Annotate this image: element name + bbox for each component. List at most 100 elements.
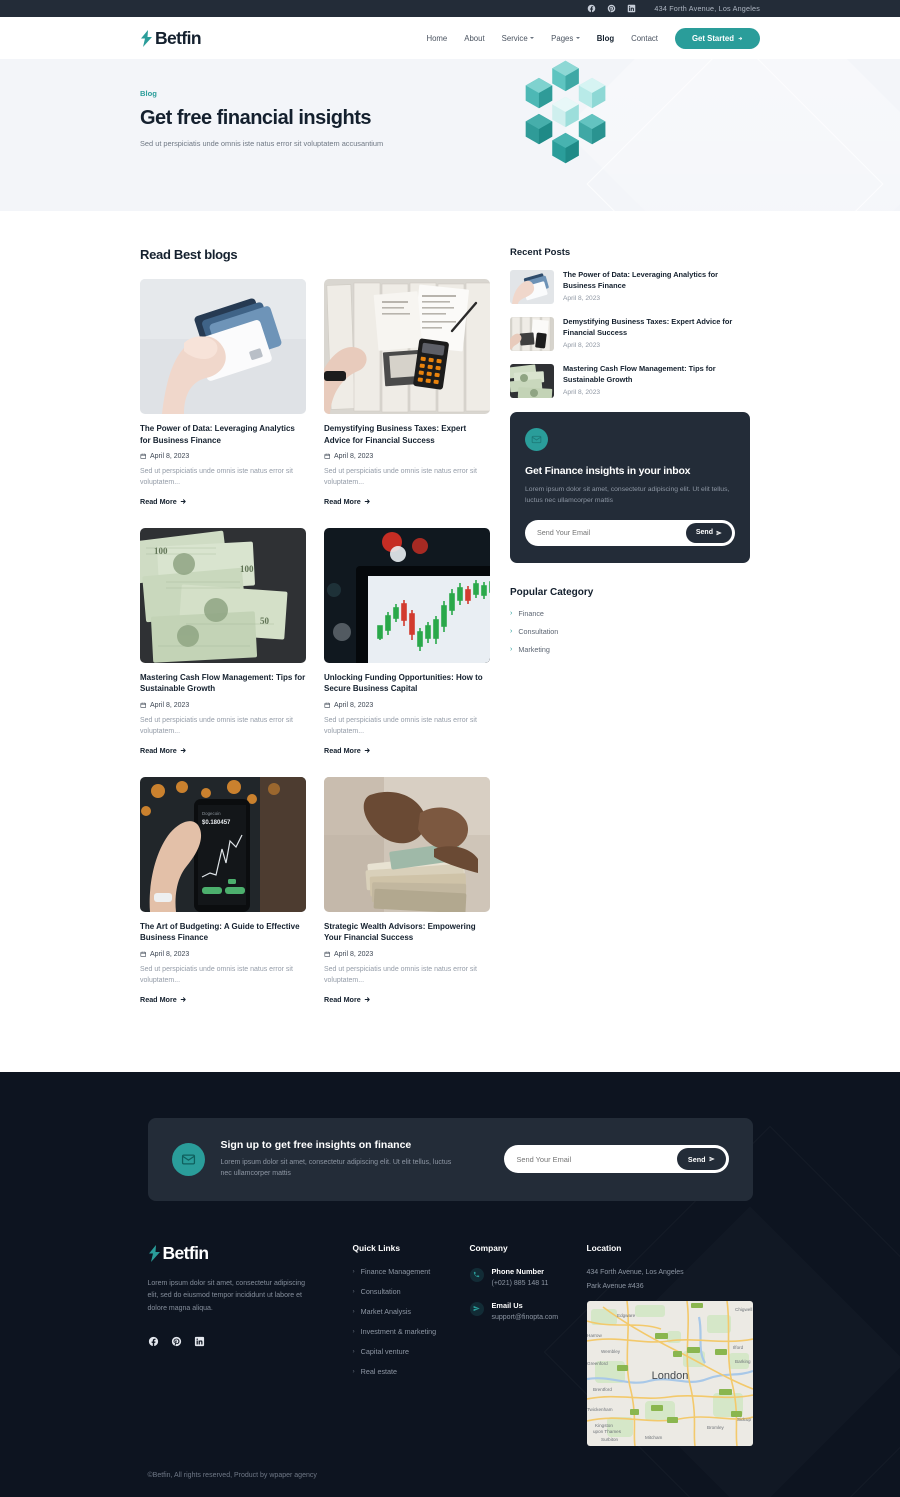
chevron-right-icon: ›	[510, 645, 513, 653]
recent-post-date: April 8, 2023	[563, 342, 601, 350]
pinterest-icon[interactable]	[171, 1334, 182, 1352]
svg-text:Bromley: Bromley	[707, 1425, 725, 1430]
newsletter-send-button[interactable]: Send	[685, 522, 732, 543]
isometric-cubes-graphic	[525, 60, 606, 164]
blog-card-excerpt: Sed ut perspiciatis unde omnis iste natu…	[140, 468, 293, 487]
blog-card-title: Strategic Wealth Advisors: Empowering Yo…	[324, 921, 476, 943]
svg-text:Edgware: Edgware	[617, 1313, 636, 1318]
blog-card-date: April 8, 2023	[324, 951, 490, 958]
nav-item-blog[interactable]: Blog	[597, 34, 614, 43]
chevron-right-icon: ›	[510, 627, 513, 635]
footer-link-consultation[interactable]: › Consultation	[353, 1287, 470, 1296]
read-more-link[interactable]: Read More	[324, 995, 490, 1004]
blog-card-image-counting-cash	[324, 776, 490, 912]
newsletter-heading: Get Finance insights in your inbox	[525, 465, 691, 477]
read-more-link[interactable]: Read More	[140, 995, 306, 1004]
facebook-icon[interactable]	[587, 4, 596, 13]
footer-brand-column: Betfin Lorem ipsum dolor sit amet, conse…	[148, 1243, 353, 1446]
recent-post-title: Demystifying Business Taxes: Expert Advi…	[563, 317, 733, 337]
svg-text:Kingston: Kingston	[595, 1423, 613, 1428]
read-more-link[interactable]: Read More	[324, 497, 490, 506]
recent-post-thumbnail	[510, 270, 554, 304]
map-city-label: London	[651, 1370, 688, 1382]
recent-post-thumbnail	[510, 364, 554, 398]
svg-text:$0.180457: $0.180457	[202, 820, 231, 826]
footer-logo[interactable]: Betfin	[148, 1243, 353, 1264]
nav-item-pages[interactable]: Pages	[551, 34, 580, 43]
footer-phone-block[interactable]: Phone Number (+021) 885 148 11	[469, 1267, 587, 1287]
blog-card[interactable]: Dogecoin $0.180457 The Art of Budgeting:…	[140, 776, 306, 1004]
arrow-right-icon	[180, 499, 186, 504]
footer-link-finance-management[interactable]: › Finance Management	[353, 1267, 470, 1276]
footer-link-real-estate[interactable]: › Real estate	[353, 1367, 470, 1376]
footer-quick-links-column: Quick Links › Finance Management › Consult…	[353, 1243, 470, 1446]
footer-link-investment-marketing[interactable]: › Investment & marketing	[353, 1327, 470, 1336]
nav-item-service[interactable]: Service	[502, 34, 535, 43]
facebook-icon[interactable]	[148, 1334, 159, 1352]
category-item-consultation[interactable]: › Consultation	[510, 627, 750, 636]
get-started-button[interactable]: Get Started	[674, 27, 760, 49]
blog-card[interactable]: Unlocking Funding Opportunities: How to …	[324, 527, 490, 755]
topbar-social-links	[587, 4, 636, 13]
navbar: Betfin Home About Service Pages Blog Con…	[0, 17, 900, 59]
blog-grid: The Power of Data: Leveraging Analytics …	[140, 279, 490, 1026]
footer-brand-name: Betfin	[162, 1242, 210, 1263]
svg-text:Harrow: Harrow	[587, 1333, 602, 1338]
newsletter-body: Lorem ipsum dolor sit amet, consectetur …	[525, 486, 730, 504]
chevron-right-icon: ›	[352, 1267, 355, 1275]
page-root: 434 Forth Avenue, Los Angeles Betfin Hom…	[0, 0, 900, 1497]
chevron-right-icon: ›	[352, 1367, 355, 1375]
blog-card-image-crypto-phone: Dogecoin $0.180457	[140, 776, 306, 912]
svg-text:Twickenham: Twickenham	[587, 1407, 613, 1412]
read-more-link[interactable]: Read More	[140, 746, 306, 755]
blog-card-title: Unlocking Funding Opportunities: How to …	[324, 672, 483, 694]
chevron-right-icon: ›	[352, 1287, 355, 1295]
newsletter-email-input[interactable]	[537, 528, 686, 538]
mail-icon	[531, 435, 542, 444]
nav-item-home[interactable]: Home	[426, 34, 447, 43]
svg-text:Greenford: Greenford	[587, 1361, 608, 1366]
recent-post-item[interactable]: Demystifying Business Taxes: Expert Advi…	[510, 317, 750, 351]
read-more-link[interactable]: Read More	[324, 746, 490, 755]
location-map[interactable]: London Edgware Chigwell Wembley Greenford I…	[586, 1300, 753, 1446]
footer-send-button[interactable]: Send	[676, 1148, 726, 1171]
brand-logo[interactable]: Betfin	[140, 28, 202, 49]
chevron-right-icon: ›	[352, 1347, 355, 1355]
linkedin-icon[interactable]	[627, 4, 636, 13]
blog-card-image-credit-cards	[140, 279, 306, 414]
category-item-finance[interactable]: › Finance	[510, 609, 750, 618]
blog-card-date: April 8, 2023	[140, 702, 306, 709]
nav-item-about[interactable]: About	[464, 34, 484, 43]
blog-card-title: Demystifying Business Taxes: Expert Advi…	[324, 424, 467, 445]
blog-card[interactable]: Demystifying Business Taxes: Expert Advi…	[324, 279, 490, 506]
send-icon	[709, 1156, 715, 1162]
newsletter-form: Send	[525, 519, 735, 546]
blog-card-date: April 8, 2023	[140, 951, 306, 958]
blog-card[interactable]: 100 100 50 Mastering Cash Flow Management:…	[140, 527, 306, 755]
footer-cta-heading: Sign up to get free insights on finance	[220, 1138, 412, 1151]
blog-card[interactable]: The Power of Data: Leveraging Analytics …	[140, 279, 306, 506]
top-bar: 434 Forth Avenue, Los Angeles	[0, 0, 900, 17]
footer-address-line-1: 434 Forth Avenue, Los Angeles	[586, 1268, 684, 1276]
footer-signup-form: Send	[503, 1145, 729, 1174]
nav-item-contact[interactable]: Contact	[631, 34, 658, 43]
svg-text:Surbiton: Surbiton	[601, 1437, 619, 1442]
blog-card[interactable]: Strategic Wealth Advisors: Empowering Yo…	[324, 776, 490, 1004]
footer-social-links	[148, 1334, 353, 1352]
pinterest-icon[interactable]	[607, 4, 616, 13]
linkedin-icon[interactable]	[194, 1334, 205, 1352]
svg-text:Chigwell: Chigwell	[735, 1307, 752, 1312]
footer-cta-body: Lorem ipsum dolor sit amet, consectetur …	[220, 1158, 452, 1178]
arrow-right-icon	[180, 748, 186, 753]
svg-text:Mitcham: Mitcham	[645, 1435, 663, 1440]
footer-link-market-analysis[interactable]: › Market Analysis	[353, 1307, 470, 1316]
read-more-link[interactable]: Read More	[140, 497, 306, 506]
footer-email-input[interactable]	[516, 1154, 677, 1164]
footer-link-capital-venture[interactable]: › Capital venture	[353, 1347, 470, 1356]
arrow-right-icon	[180, 996, 186, 1002]
recent-post-item[interactable]: The Power of Data: Leveraging Analytics …	[510, 270, 750, 304]
category-item-marketing[interactable]: › Marketing	[510, 645, 750, 654]
footer-email-block[interactable]: Email Us support@finopta.com	[469, 1301, 587, 1321]
calendar-icon	[140, 703, 146, 709]
recent-post-item[interactable]: Mastering Cash Flow Management: Tips for…	[510, 364, 750, 398]
